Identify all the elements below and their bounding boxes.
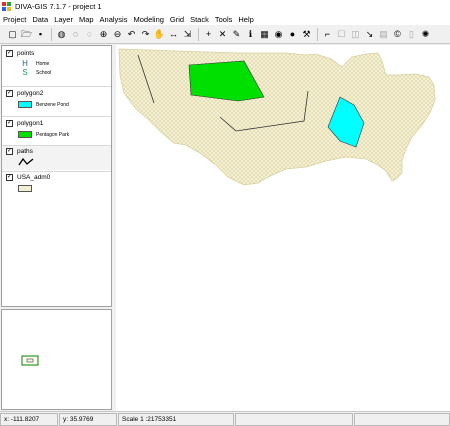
layer-checkbox[interactable]: ✓ — [6, 173, 13, 181]
status-bar: x: -111.8207 y: 35.9769 Scale 1 :2175335… — [0, 411, 450, 426]
menu-stack[interactable]: Stack — [190, 15, 209, 24]
measure-icon[interactable]: ↔ — [167, 28, 180, 41]
zoom-out-icon[interactable]: ⊖ — [111, 28, 124, 41]
select-icon[interactable]: ⌐ — [321, 28, 334, 41]
layer-polygon2[interactable]: ✓ polygon2 Benzene Pond — [2, 88, 111, 109]
layer-name: points — [17, 49, 35, 57]
table-icon[interactable]: ▦ — [258, 28, 271, 41]
redo-icon[interactable]: ↷ — [139, 28, 152, 41]
legend-label: Pentagon Park — [36, 131, 70, 138]
status-panel-blank — [235, 413, 353, 426]
status-y-coord: y: 35.9769 — [59, 413, 117, 426]
status-x-coord: x: -111.8207 — [0, 413, 58, 426]
layer-name: USA_adm0 — [17, 173, 51, 181]
settings-icon[interactable]: ✺ — [419, 28, 432, 41]
copyright-icon[interactable]: © — [391, 28, 404, 41]
layer-name: polygon1 — [17, 119, 44, 127]
school-point-icon: S — [22, 68, 28, 77]
box-icon: ☐ — [337, 29, 346, 39]
map-canvas[interactable] — [116, 45, 450, 411]
menu-project[interactable]: Project — [3, 15, 26, 24]
menu-map[interactable]: Map — [79, 15, 94, 24]
layer-divider — [2, 116, 111, 117]
map-svg — [118, 48, 436, 186]
legend-label: Benzene Pond — [36, 101, 69, 108]
layers-panel: ✓ points H Home S School ✓ polygon2 Benz… — [1, 45, 112, 307]
globe-icon[interactable]: ◍ — [55, 28, 68, 41]
tools-icon[interactable]: ⚒ — [300, 28, 313, 41]
app-icon — [2, 2, 11, 11]
title-bar: DIVA-GIS 7.1.7 - project 1 — [0, 0, 450, 13]
layer-checkbox[interactable]: ✓ — [6, 49, 13, 57]
menu-modeling[interactable]: Modeling — [133, 15, 163, 24]
open-folder-icon[interactable]: 🗁 — [20, 28, 33, 41]
menu-help[interactable]: Help — [238, 15, 253, 24]
new-project-icon[interactable]: ▢ — [6, 28, 19, 41]
blank-icon: ▯ — [409, 29, 414, 39]
zoom-extent-icon: ○ — [86, 29, 93, 39]
menu-analysis[interactable]: Analysis — [100, 15, 128, 24]
zoom-world-icon[interactable]: ◌ — [69, 28, 82, 41]
menu-data[interactable]: Data — [32, 15, 48, 24]
graph-icon[interactable]: ↘ — [363, 28, 376, 41]
remove-layer-icon[interactable]: ✕ — [216, 28, 229, 41]
identify-icon[interactable]: ℹ — [244, 28, 257, 41]
layer-usa-adm0[interactable]: ✓ USA_adm0 — [2, 172, 111, 193]
layer-checkbox[interactable]: ✓ — [6, 89, 13, 97]
window-title: DIVA-GIS 7.1.7 - project 1 — [15, 2, 102, 11]
pencil-icon[interactable]: ✎ — [230, 28, 243, 41]
grid-icon: ▤ — [379, 29, 388, 39]
park-swatch-icon — [18, 131, 32, 138]
toolbar-separator — [51, 28, 52, 41]
country-swatch-icon — [18, 185, 32, 192]
overview-canvas — [21, 355, 39, 366]
extent-box[interactable] — [21, 355, 39, 366]
menu-grid[interactable]: Grid — [170, 15, 184, 24]
pan-hand-icon[interactable]: ✋ — [153, 28, 166, 41]
zoom-in-icon[interactable]: ⊕ — [97, 28, 110, 41]
usa-polygon[interactable] — [118, 48, 436, 186]
move-icon[interactable]: ⇲ — [181, 28, 194, 41]
toolbar: ▢ 🗁 ▪ ◍ ◌ ○ ⊕ ⊖ ↶ ↷ ✋ ↔ ⇲ + ✕ ✎ ℹ ▦ ◉ ● ⚒ ⌐ ☐ ◫ ↘ ▤ © ▯ ✺ — [0, 26, 450, 44]
menu-layer[interactable]: Layer — [54, 15, 73, 24]
add-layer-icon[interactable]: + — [202, 28, 215, 41]
clear-icon: ◫ — [351, 29, 360, 39]
menu-bar: Project Data Layer Map Analysis Modeling… — [0, 13, 450, 25]
toolbar-separator — [317, 28, 318, 41]
toolbar-separator — [198, 28, 199, 41]
pond-swatch-icon — [18, 101, 32, 108]
earth-icon[interactable]: ◉ — [272, 28, 285, 41]
layer-name: paths — [17, 147, 33, 155]
save-icon[interactable]: ▪ — [34, 28, 47, 41]
home-point-icon: H — [22, 59, 28, 68]
status-panel-blank — [354, 413, 450, 426]
layer-checkbox[interactable]: ✓ — [6, 119, 13, 127]
menu-tools[interactable]: Tools — [215, 15, 233, 24]
layer-paths[interactable]: ✓ paths — [2, 146, 111, 170]
layer-checkbox[interactable]: ✓ — [6, 147, 13, 155]
layer-points[interactable]: ✓ points H Home S School — [2, 48, 111, 77]
layer-divider — [2, 86, 111, 87]
overview-map[interactable] — [1, 309, 112, 410]
layer-name: polygon2 — [17, 89, 44, 97]
status-scale: Scale 1 :21753351 — [118, 413, 234, 426]
legend-label: School — [36, 69, 52, 76]
legend-label: Home — [36, 60, 50, 67]
path-line-icon — [18, 157, 34, 165]
info-icon[interactable]: ● — [286, 28, 299, 41]
layer-polygon1[interactable]: ✓ polygon1 Pentagon Park — [2, 118, 111, 139]
undo-icon[interactable]: ↶ — [125, 28, 138, 41]
